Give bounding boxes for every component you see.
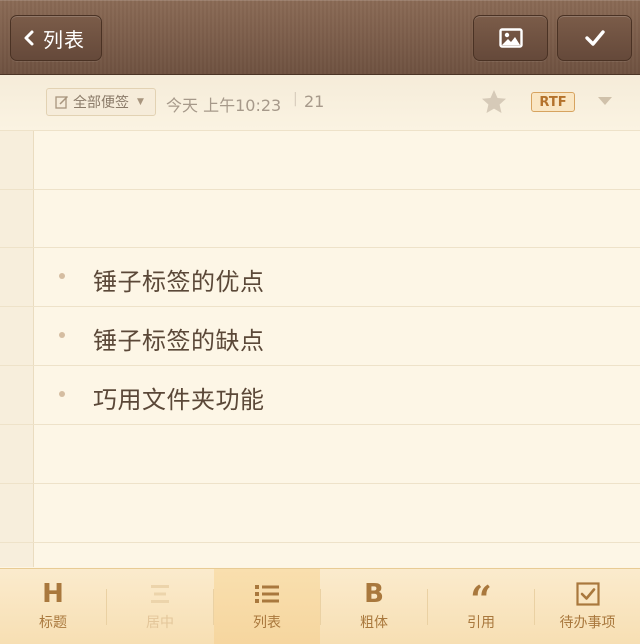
list-button[interactable]: 列表 [214,569,320,644]
checkbox-icon [575,581,600,607]
note-date: 今天 上午10:23 [166,96,282,115]
quote-icon: “ [470,577,492,622]
bold-icon: B [364,579,384,609]
expand-triangle-icon[interactable] [598,97,612,105]
meta-divider: | [293,91,298,107]
bullet-icon [59,391,65,397]
chevron-left-icon [24,30,34,46]
image-icon [498,28,523,48]
done-button[interactable] [557,15,632,61]
word-count: 21 [304,92,325,111]
bold-label: 粗体 [360,615,388,631]
bullet-icon [59,273,65,279]
back-button-label: 列表 [43,27,85,52]
align-center-icon [149,581,171,607]
rule-line [0,424,640,425]
folder-selector[interactable]: 全部便签 ▼ [46,88,156,116]
rtf-badge[interactable]: RTF [531,92,575,112]
quote-label: 引用 [467,615,495,631]
rule-line [0,130,640,131]
checkmark-icon [584,30,605,46]
back-button[interactable]: 列表 [10,15,102,61]
list-item-text: 锤子标签的优点 [93,268,265,296]
caret-down-icon: ▼ [137,97,144,107]
heading-icon: H [42,579,64,609]
rule-line [0,483,640,484]
bold-button[interactable]: B 粗体 [321,569,427,644]
align-center-button[interactable]: 居中 [107,569,213,644]
todo-label: 待办事项 [559,615,616,631]
note-paper[interactable]: 全部便签 ▼ 今天 上午10:23 | 21 RTF 锤子标签的优点 锤子标签的… [0,75,640,567]
edit-icon [55,95,69,109]
note-meta-bar: 全部便签 ▼ 今天 上午10:23 | 21 RTF [0,75,640,130]
align-center-label: 居中 [146,615,174,631]
rule-line [0,542,640,543]
format-toolbar: H 标题 居中 列表 B 粗体 “ 引用 待办事项 [0,568,640,644]
list-icon [255,581,279,607]
list-item[interactable]: 锤子标签的缺点 [0,307,640,365]
todo-button[interactable]: 待办事项 [535,569,640,644]
list-item[interactable]: 锤子标签的优点 [0,248,640,306]
star-icon[interactable] [480,88,508,116]
insert-image-button[interactable] [473,15,548,61]
list-label: 列表 [253,615,281,631]
bullet-icon [59,332,65,338]
heading-button[interactable]: H 标题 [0,569,106,644]
quote-button[interactable]: “ 引用 [428,569,534,644]
folder-label: 全部便签 [73,95,129,111]
heading-label: 标题 [39,615,67,631]
list-item-text: 巧用文件夹功能 [93,386,265,414]
top-bar: 列表 [0,0,640,75]
rule-line [0,189,640,190]
list-item-text: 锤子标签的缺点 [93,327,265,355]
list-item[interactable]: 巧用文件夹功能 [0,366,640,424]
